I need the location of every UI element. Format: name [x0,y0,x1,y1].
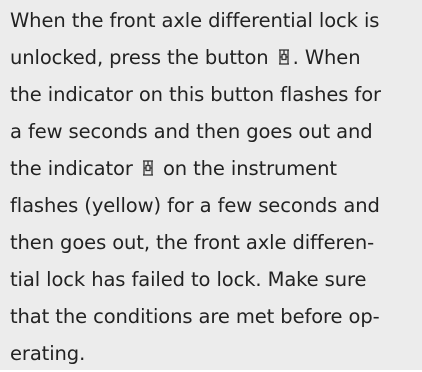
note-line-2-end: . When [292,46,361,69]
note-line-3: the indicator on this button flashes for [10,83,381,106]
note-line-7: then goes out, the front axle differen- [10,231,375,254]
note-line-8: tial lock has failed to lock. Make sure [10,268,367,291]
note-line-2: unlocked, press the button . When [10,39,412,76]
note-line-6: flashes (yellow) for a few seconds and [10,194,380,217]
note-line-4: a few seconds and then goes out and [10,120,373,143]
note-line-9: that the conditions are met before op- [10,305,380,328]
note-line-5-start: the indicator [10,157,139,180]
note-line-10: erating. [10,342,86,365]
note-box: When the front axle differential lock is… [0,0,422,370]
note-line-5: the indicator on the instrument [10,150,412,187]
differential-lock-icon [142,160,153,176]
note-line-2-start: unlocked, press the button [10,46,275,69]
note-line-1: When the front axle differential lock is [10,9,380,32]
note-line-5-end: on the instrument [156,157,337,180]
differential-lock-icon [278,49,289,65]
